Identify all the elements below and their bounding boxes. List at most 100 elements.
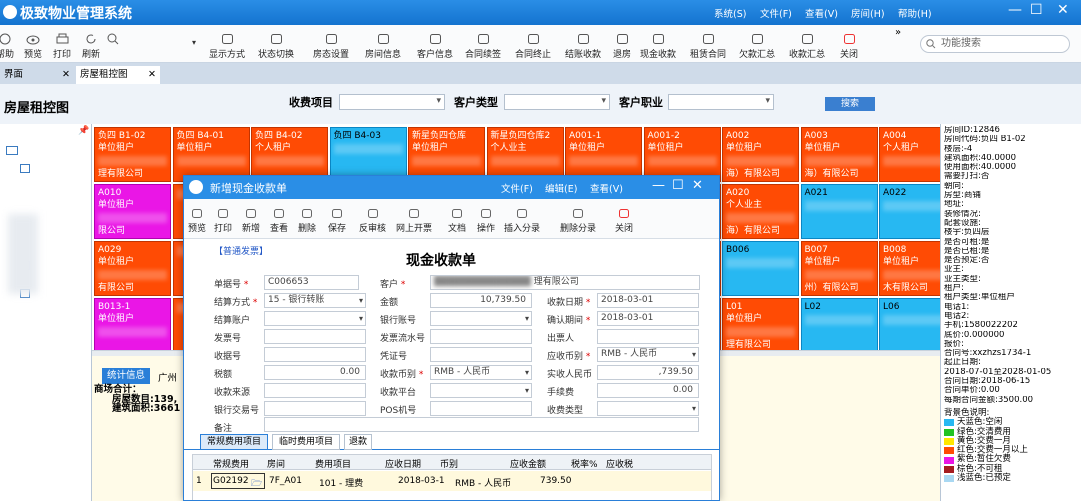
dialog-toolbar-button-2[interactable]: 新增 xyxy=(242,203,260,234)
room-cell[interactable]: A001-2 单位租户 xyxy=(643,127,721,182)
form-field[interactable] xyxy=(430,329,532,344)
dialog-toolbar-button-12[interactable]: 关闭 xyxy=(615,203,633,234)
dialog-toolbar-button-6[interactable]: 反审核 xyxy=(359,203,386,234)
pin-icon[interactable]: 📌 xyxy=(78,126,89,136)
room-cell[interactable]: 负四 B4-02 个人租户 xyxy=(251,127,328,182)
toolbar-button-13[interactable]: 关闭 xyxy=(836,25,862,63)
dialog-toolbar-button-7[interactable]: 网上开票 xyxy=(396,203,432,234)
room-cell[interactable]: A001-1 单位租户 xyxy=(565,127,642,182)
room-cell[interactable]: A002 单位租户 海）有限公司 xyxy=(722,127,799,182)
menu-help[interactable]: 帮助(H) xyxy=(898,6,932,20)
subtab-temp-fees[interactable]: 临时费用项目 xyxy=(272,434,340,450)
search-button[interactable]: 搜索 xyxy=(825,97,875,111)
toolbar-button-2[interactable]: 房态设置 xyxy=(310,25,352,63)
dialog-toolbar-button-5[interactable]: 保存 xyxy=(328,203,346,234)
room-cell[interactable]: 新星负四仓库2 个人业主 xyxy=(486,127,564,182)
close-tab-icon[interactable]: ✕ xyxy=(62,66,70,84)
form-field[interactable] xyxy=(264,347,366,362)
toolbar-button-9[interactable]: 现金收款 xyxy=(637,25,679,63)
close-button[interactable]: ✕ xyxy=(1057,2,1069,18)
tab-guangzhou[interactable]: 广州 xyxy=(158,370,177,384)
toolbar-button-3[interactable]: 房间信息 xyxy=(362,25,404,63)
form-field[interactable] xyxy=(264,311,366,326)
dialog-toolbar-button-1[interactable]: 打印 xyxy=(214,203,232,234)
folder-icon[interactable] xyxy=(6,146,18,155)
room-cell[interactable]: B006 xyxy=(722,241,799,296)
dialog-close-button[interactable]: ✕ xyxy=(692,178,703,193)
toolbar-button-10[interactable]: 租赁合同 xyxy=(687,25,729,63)
room-cell[interactable]: L02 xyxy=(800,298,878,353)
room-cell[interactable]: A010 单位租户 限公司 xyxy=(94,184,171,239)
toolbar-button-11[interactable]: 欠款汇总 xyxy=(736,25,778,63)
fee-item-select[interactable] xyxy=(339,94,445,110)
room-cell[interactable]: 负四 B4-03 xyxy=(329,127,407,182)
room-cell[interactable]: L01 单位租户 理有限公司 xyxy=(722,298,799,353)
form-field[interactable]: 0.00 xyxy=(597,383,699,398)
dialog-toolbar-button-9[interactable]: 操作 xyxy=(477,203,495,234)
form-field[interactable] xyxy=(264,401,366,416)
dropdown-arrow-icon[interactable]: ▾ xyxy=(192,38,196,47)
dialog-maximize-button[interactable]: ☐ xyxy=(672,178,684,193)
help-button[interactable]: 帮助 xyxy=(0,25,16,63)
tab-room-rental-map[interactable]: 房屋租控图 ✕ xyxy=(76,66,160,84)
function-search-input[interactable]: 功能搜索 xyxy=(920,35,1070,53)
refresh-button[interactable]: 刷新 xyxy=(80,25,102,63)
form-field[interactable] xyxy=(430,347,532,362)
toolbar-button-8[interactable]: 退房 xyxy=(611,25,633,63)
subtab-refund[interactable]: 退款 xyxy=(344,434,372,450)
form-field[interactable]: RMB - 人民币 xyxy=(597,347,699,362)
toolbar-button-1[interactable]: 状态切换 xyxy=(255,25,297,63)
form-field[interactable]: 10,739.50 xyxy=(430,293,532,308)
maximize-button[interactable]: ☐ xyxy=(1030,2,1043,18)
form-field[interactable] xyxy=(264,383,366,398)
room-cell[interactable]: B007 单位租户 州）有限公司 xyxy=(800,241,878,296)
menu-room[interactable]: 房间(H) xyxy=(851,6,885,20)
room-cell[interactable]: A003 单位租户 海）有限公司 xyxy=(800,127,878,182)
form-field[interactable] xyxy=(597,401,699,416)
folder-lookup-icon[interactable]: 🗁 xyxy=(251,476,262,492)
search-tool-icon[interactable] xyxy=(105,25,121,63)
menu-system[interactable]: 系统(S) xyxy=(714,6,746,20)
dialog-toolbar-button-8[interactable]: 文档 xyxy=(448,203,466,234)
dialog-toolbar-button-4[interactable]: 删除 xyxy=(298,203,316,234)
subtab-regular-fees[interactable]: 常规费用项目 xyxy=(200,434,268,450)
dialog-toolbar-button-10[interactable]: 插入分录 xyxy=(504,203,540,234)
toolbar-button-6[interactable]: 合同终止 xyxy=(512,25,554,63)
minimize-button[interactable]: — xyxy=(1008,2,1022,18)
form-field[interactable]: ,739.50 xyxy=(597,365,699,380)
preview-button[interactable]: 预览 xyxy=(22,25,44,63)
form-field[interactable]: 0.00 xyxy=(264,365,366,380)
invoice-type-link[interactable]: 【普通发票】 xyxy=(214,244,268,257)
dialog-toolbar-button-0[interactable]: 预览 xyxy=(188,203,206,234)
tab-home[interactable]: 界面 ✕ xyxy=(0,66,74,84)
form-field[interactable] xyxy=(430,383,532,398)
form-field[interactable] xyxy=(597,329,699,344)
room-cell[interactable]: A029 单位租户 有限公司 xyxy=(94,241,171,296)
dialog-minimize-button[interactable]: — xyxy=(652,178,665,193)
form-field[interactable] xyxy=(264,329,366,344)
form-field[interactable]: RMB - 人民币 xyxy=(430,365,532,380)
room-cell[interactable]: 负四 B1-02 单位租户 理有限公司 xyxy=(94,127,171,182)
customer-type-select[interactable] xyxy=(504,94,610,110)
customer-job-select[interactable] xyxy=(668,94,774,110)
toolbar-button-4[interactable]: 客户信息 xyxy=(414,25,456,63)
dialog-menu-file[interactable]: 文件(F) xyxy=(501,181,533,195)
close-tab-icon[interactable]: ✕ xyxy=(148,66,156,84)
menu-view[interactable]: 查看(V) xyxy=(805,6,838,20)
print-button[interactable]: 打印 xyxy=(51,25,73,63)
menu-file[interactable]: 文件(F) xyxy=(760,6,792,20)
dialog-menu-view[interactable]: 查看(V) xyxy=(590,181,623,195)
form-field[interactable]: 2018-03-01 xyxy=(597,293,699,308)
form-field[interactable]: C006653 xyxy=(264,275,359,290)
memo-input[interactable] xyxy=(264,417,699,432)
form-field[interactable]: 15 - 银行转账 xyxy=(264,293,366,308)
toolbar-button-0[interactable]: 显示方式 xyxy=(206,25,248,63)
table-row[interactable]: 1 G02192 7F_A01 101 - 理费 2018-03-1 RMB - 人民币 7… xyxy=(193,471,711,491)
dialog-toolbar-button-11[interactable]: 删除分录 xyxy=(560,203,596,234)
tab-statistics[interactable]: 统计信息 xyxy=(102,368,150,384)
room-cell[interactable]: A020 个人业主 海）有限公司 xyxy=(722,184,799,239)
dialog-menu-edit[interactable]: 编辑(E) xyxy=(545,181,577,195)
more-button[interactable]: » xyxy=(895,27,901,38)
tree-node-icon[interactable] xyxy=(20,164,30,173)
form-field[interactable]: ██████████████ 理有限公司 xyxy=(430,275,700,290)
